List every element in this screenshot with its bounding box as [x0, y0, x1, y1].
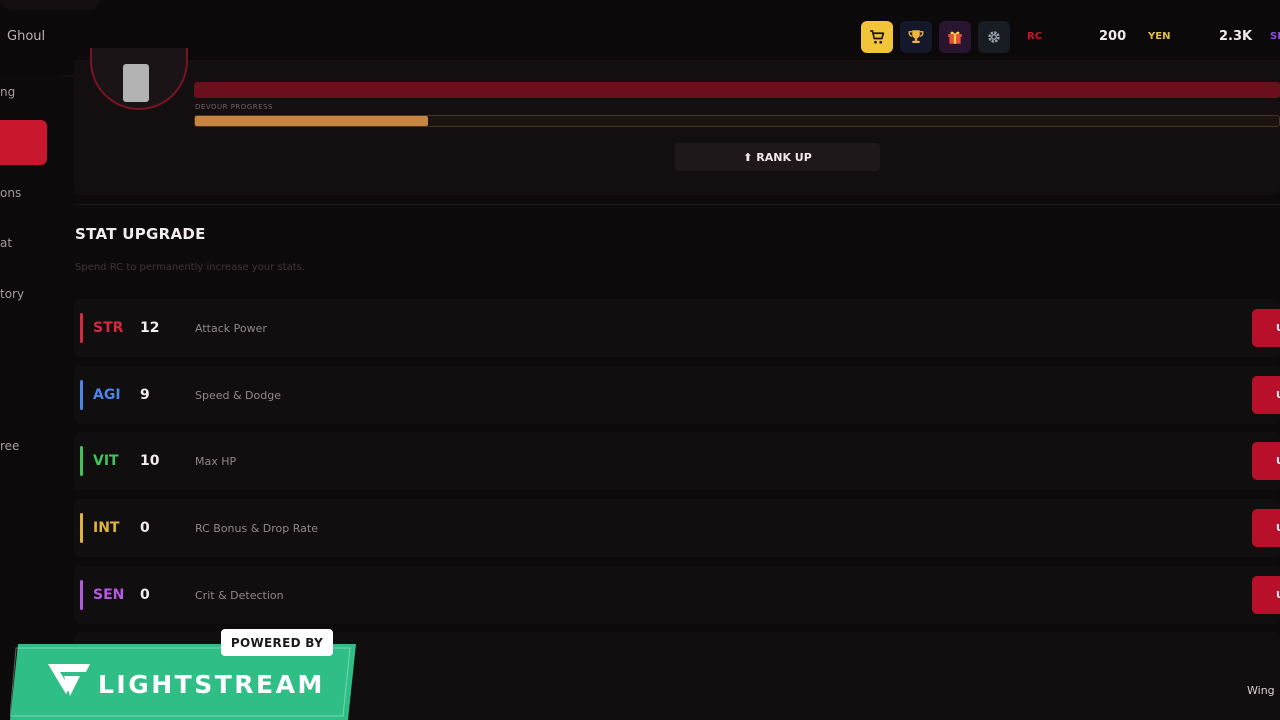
- stat-value: 12: [140, 320, 160, 336]
- leaderboard-button[interactable]: [900, 21, 932, 53]
- powered-by-badge: POWERED BY: [221, 629, 333, 656]
- stat-row-str: STR 12 Attack Power U: [74, 299, 1280, 357]
- section-divider: [74, 204, 1280, 205]
- hp-bar: [194, 82, 1280, 98]
- avatar-figure: [123, 64, 149, 102]
- settings-gear-icon: [988, 31, 1000, 43]
- stat-upgrade-subtitle: Spend RC to permanently increase your st…: [75, 262, 306, 273]
- upgrade-agi-button[interactable]: U: [1252, 376, 1280, 414]
- stat-row-int: INT 0 RC Bonus & Drop Rate U: [74, 499, 1280, 557]
- currency-rc-value: 200: [1099, 29, 1127, 44]
- stat-row-vit: VIT 10 Max HP U: [74, 432, 1280, 490]
- app-title: Ghoul: [7, 29, 46, 44]
- rank-up-button[interactable]: ⬆ RANK UP: [675, 143, 880, 171]
- sidebar-item-5[interactable]: tory: [0, 287, 24, 301]
- stat-value: 9: [140, 387, 150, 403]
- currency-yen-label: YEN: [1148, 31, 1171, 42]
- shop-button[interactable]: [861, 21, 893, 53]
- lightstream-logo-icon: [48, 664, 90, 696]
- stat-description: Crit & Detection: [195, 589, 284, 602]
- stat-description: RC Bonus & Drop Rate: [195, 522, 318, 535]
- stat-color-bar: [80, 446, 83, 476]
- sidebar-item-3[interactable]: ons: [0, 186, 21, 200]
- sidebar-item-1[interactable]: ng: [0, 85, 15, 99]
- stat-color-bar: [80, 513, 83, 543]
- stat-upgrade-title: STAT UPGRADE: [75, 225, 206, 243]
- devour-progress-label: DEVOUR PROGRESS: [195, 103, 273, 111]
- trophy-icon: [908, 30, 924, 43]
- gift-button[interactable]: [939, 21, 971, 53]
- stat-value: 0: [140, 587, 150, 603]
- stat-color-bar: [80, 580, 83, 610]
- stat-code: STR: [93, 320, 124, 336]
- lightstream-brand: LIGHTSTREAM: [98, 670, 325, 699]
- stat-description: Max HP: [195, 455, 237, 468]
- stat-row-sen: SEN 0 Crit & Detection U: [74, 566, 1280, 624]
- sidebar-item-active[interactable]: [0, 120, 47, 165]
- stat-code: INT: [93, 520, 120, 536]
- stat-color-bar: [80, 380, 83, 410]
- stat-value: 0: [140, 520, 150, 536]
- stat-description: Speed & Dodge: [195, 389, 281, 402]
- currency-rc-label: RC: [1027, 31, 1043, 42]
- sidebar-item-6[interactable]: ree: [0, 439, 19, 453]
- sidebar: [0, 75, 62, 720]
- upgrade-vit-button[interactable]: U: [1252, 442, 1280, 480]
- profile-card: [74, 60, 1280, 195]
- stat-code: SEN: [93, 587, 125, 603]
- devour-progress-bar: [194, 115, 1280, 127]
- shop-cart-icon: [870, 30, 885, 44]
- stat-description: Attack Power: [195, 322, 267, 335]
- stat-color-bar: [80, 313, 83, 343]
- stat-code: VIT: [93, 453, 119, 469]
- upgrade-str-button[interactable]: U: [1252, 309, 1280, 347]
- stat-value: 10: [140, 453, 160, 469]
- upgrade-int-button[interactable]: U: [1252, 509, 1280, 547]
- settings-button[interactable]: [978, 21, 1010, 53]
- top-pill: [0, 0, 100, 10]
- sidebar-item-4[interactable]: at: [0, 236, 12, 250]
- devour-progress-fill: [195, 116, 429, 126]
- upgrade-sen-button[interactable]: U: [1252, 576, 1280, 614]
- stat-row-agi: AGI 9 Speed & Dodge U: [74, 366, 1280, 424]
- gift-icon: [948, 31, 962, 44]
- currency-sp-label: SP: [1270, 31, 1280, 42]
- stat-code: AGI: [93, 387, 121, 403]
- currency-yen-value: 2.3K: [1219, 29, 1253, 44]
- wing-label: Wing: [1247, 684, 1275, 697]
